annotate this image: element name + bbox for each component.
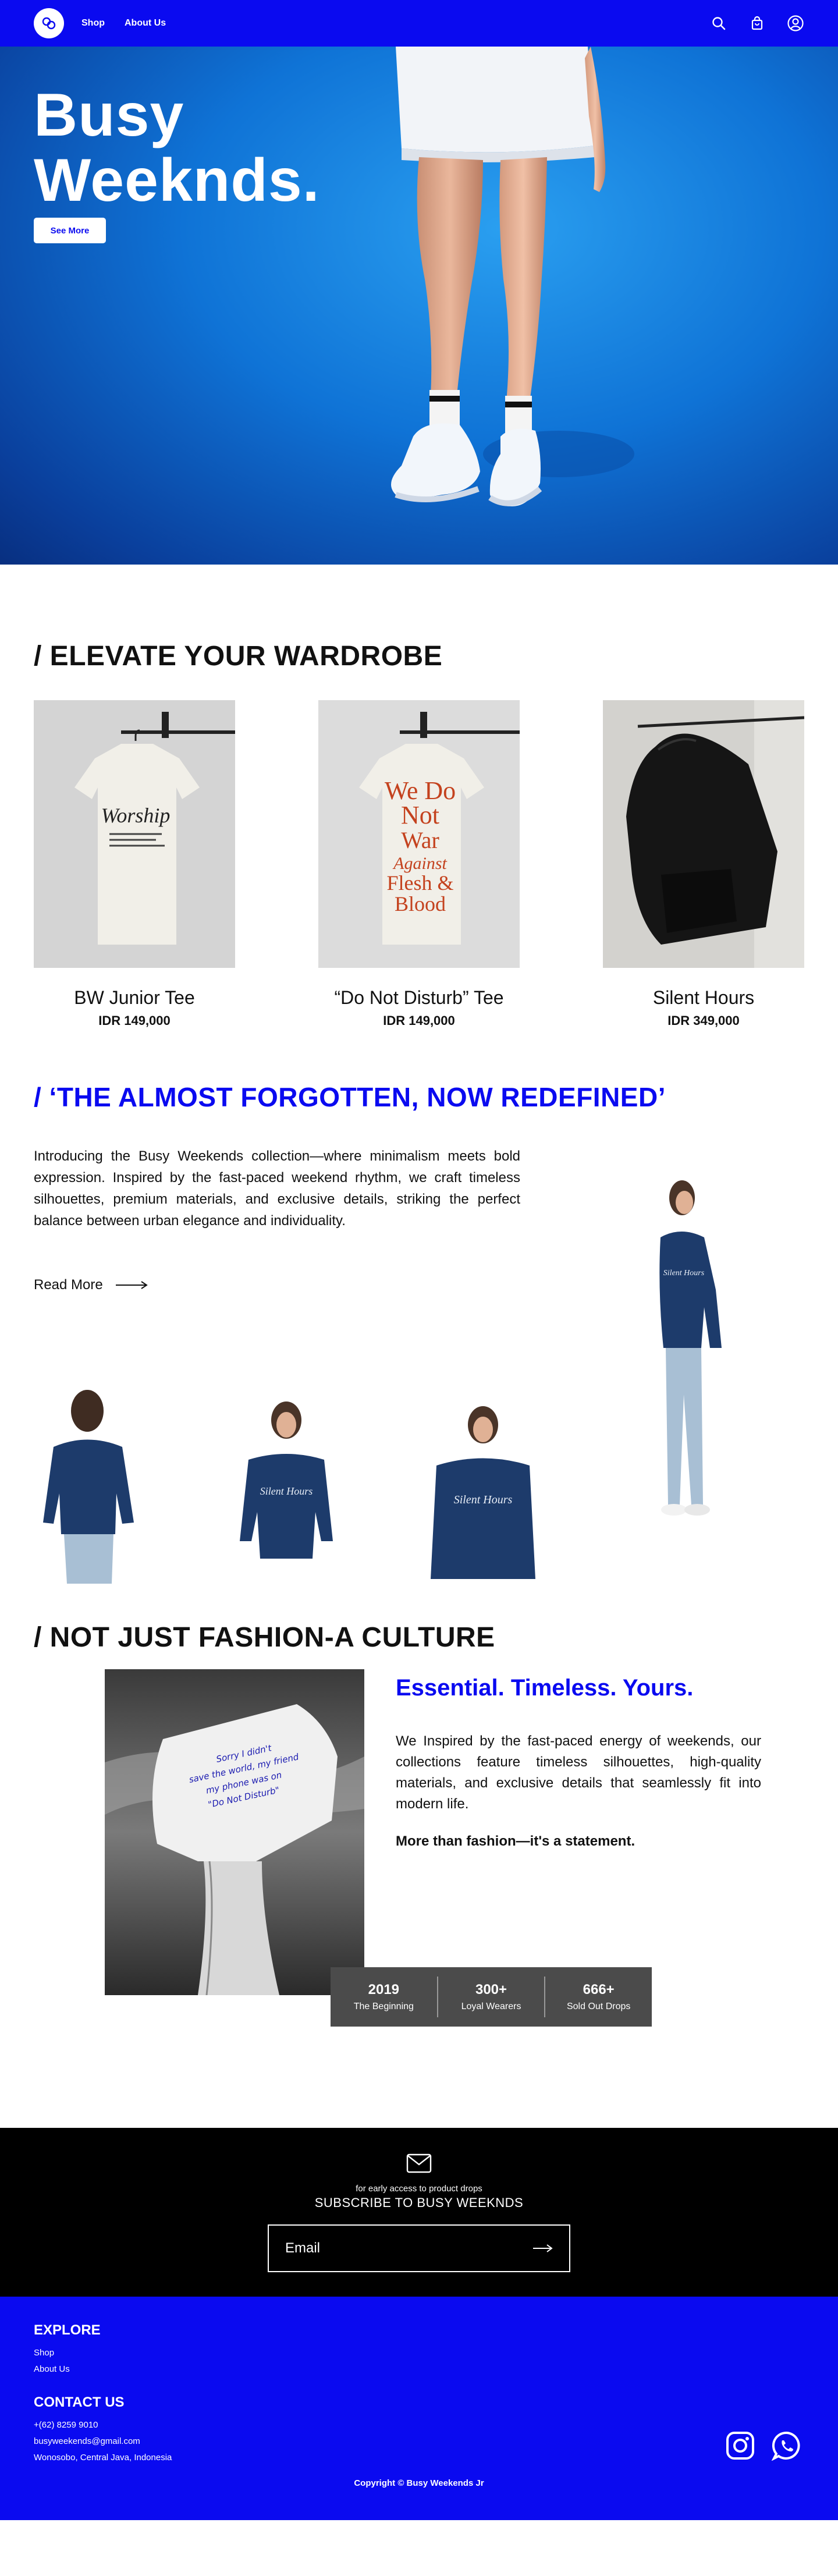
collection-title: / ‘THE ALMOST FORGOTTEN, NOW REDEFINED’ xyxy=(34,1082,666,1112)
whatsapp-icon[interactable] xyxy=(772,2430,802,2461)
subscribe-subtitle: for early access to product drops xyxy=(356,2184,482,2194)
logo-icon xyxy=(42,17,56,30)
product-price: IDR 149,000 xyxy=(383,1013,455,1028)
search-icon[interactable] xyxy=(710,15,727,32)
svg-text:War: War xyxy=(401,827,439,853)
email-field[interactable]: Email xyxy=(268,2224,570,2272)
svg-text:Silent Hours: Silent Hours xyxy=(663,1269,705,1278)
stat-label: The Beginning xyxy=(353,2002,414,2011)
model-photo-front: Silent Hours xyxy=(431,1406,535,1579)
product-name[interactable]: BW Junior Tee xyxy=(34,987,235,1009)
arrow-right-icon xyxy=(115,1281,148,1289)
product-image xyxy=(603,700,805,968)
email-placeholder: Email xyxy=(285,2240,321,2256)
instagram-icon[interactable] xyxy=(725,2430,755,2461)
nav-link-about[interactable]: About Us xyxy=(125,18,166,29)
svg-text:Not: Not xyxy=(401,801,439,829)
mail-icon xyxy=(406,2153,432,2173)
product-card[interactable]: Worship BW Junior Tee IDR 149,000 xyxy=(34,700,235,1028)
footer-contact-heading: CONTACT US xyxy=(34,2394,125,2410)
product-card[interactable]: Silent Hours IDR 349,000 xyxy=(603,700,805,1028)
subscribe-section: for early access to product drops SUBSCR… xyxy=(0,2128,838,2297)
hero-title-line2: Weeknds. xyxy=(34,147,320,214)
subscribe-title: SUBSCRIBE TO BUSY WEEKNDS xyxy=(314,2195,524,2210)
hero-model-image xyxy=(391,47,634,506)
collection-intro: Introducing the Busy Weekends collection… xyxy=(34,1148,520,1229)
wardrobe-section: / ELEVATE YOUR WARDROBE Worship BW Junio… xyxy=(0,565,838,1064)
footer-phone: +(62) 8259 9010 xyxy=(34,2420,98,2430)
submit-arrow-icon[interactable] xyxy=(533,2244,553,2253)
svg-text:Silent Hours: Silent Hours xyxy=(454,1493,513,1506)
product-card[interactable]: We Do Not War Against Flesh & Blood “Do … xyxy=(318,700,520,1028)
copyright-text: Copyright © Busy Weekends Jr xyxy=(354,2478,484,2488)
stat-label: Sold Out Drops xyxy=(566,2002,631,2011)
hero-banner: Busy Weeknds. See More xyxy=(0,47,838,565)
see-more-button[interactable]: See More xyxy=(34,218,106,243)
read-more-link[interactable]: Read More xyxy=(34,1277,148,1293)
product-name[interactable]: “Do Not Disturb” Tee xyxy=(318,987,520,1009)
stat-item: 300+ Loyal Wearers xyxy=(438,1977,546,2017)
product-price: IDR 349,000 xyxy=(667,1013,740,1028)
statement-text: More than fashion—it's a statement. xyxy=(396,1833,635,1849)
wardrobe-title: / ELEVATE YOUR WARDROBE xyxy=(34,641,443,672)
brand-logo[interactable] xyxy=(34,8,64,38)
culture-section: / NOT JUST FASHION-A CULTURE Sorry I did… xyxy=(0,1598,838,2128)
product-image: We Do Not War Against Flesh & Blood xyxy=(318,700,520,968)
essential-title: Essential. Timeless. Yours. xyxy=(396,1675,694,1701)
footer-link-about[interactable]: About Us xyxy=(34,2364,70,2374)
product-name[interactable]: Silent Hours xyxy=(603,987,804,1009)
svg-text:Worship: Worship xyxy=(101,804,171,827)
hero-title: Busy Weeknds. xyxy=(34,83,320,213)
nav-link-shop[interactable]: Shop xyxy=(81,18,105,29)
stat-value: 2019 xyxy=(368,1982,400,1997)
stat-value: 666+ xyxy=(583,1982,615,1997)
read-more-label: Read More xyxy=(34,1277,103,1293)
culture-title: / NOT JUST FASHION-A CULTURE xyxy=(34,1622,495,1653)
svg-text:Against: Against xyxy=(392,854,447,873)
model-photo-back xyxy=(43,1390,134,1584)
product-image: Worship xyxy=(34,700,235,968)
collection-section: / ‘THE ALMOST FORGOTTEN, NOW REDEFINED’ … xyxy=(0,1064,838,1598)
user-icon[interactable] xyxy=(787,15,804,32)
svg-text:Blood: Blood xyxy=(395,892,446,916)
footer-link-shop[interactable]: Shop xyxy=(34,2348,54,2358)
essential-text: We Inspired by the fast-paced energy of … xyxy=(396,1733,761,1812)
footer-address: Wonosobo, Central Java, Indonesia xyxy=(34,2453,172,2463)
svg-text:Flesh &: Flesh & xyxy=(386,871,453,895)
culture-photo: Sorry I didn't save the world, my friend… xyxy=(105,1669,364,1995)
stat-label: Loyal Wearers xyxy=(461,2002,521,2011)
footer: EXPLORE Shop About Us CONTACT US +(62) 8… xyxy=(0,2297,838,2520)
hero-title-line1: Busy xyxy=(34,81,184,149)
stat-item: 2019 The Beginning xyxy=(331,1977,438,2017)
model-photo-front-pose: Silent Hours xyxy=(240,1401,333,1559)
shopping-bag-icon[interactable] xyxy=(748,15,766,32)
stat-item: 666+ Sold Out Drops xyxy=(545,1977,652,2017)
footer-email[interactable]: busyweekends@gmail.com xyxy=(34,2436,140,2446)
model-photo-side: Silent Hours xyxy=(659,1180,722,1516)
top-navbar: Shop About Us xyxy=(0,0,838,47)
product-price: IDR 149,000 xyxy=(98,1013,171,1028)
stat-value: 300+ xyxy=(475,1982,507,1997)
stats-bar: 2019 The Beginning 300+ Loyal Wearers 66… xyxy=(331,1967,652,2027)
footer-explore-heading: EXPLORE xyxy=(34,2322,101,2338)
svg-text:Silent Hours: Silent Hours xyxy=(260,1485,313,1497)
